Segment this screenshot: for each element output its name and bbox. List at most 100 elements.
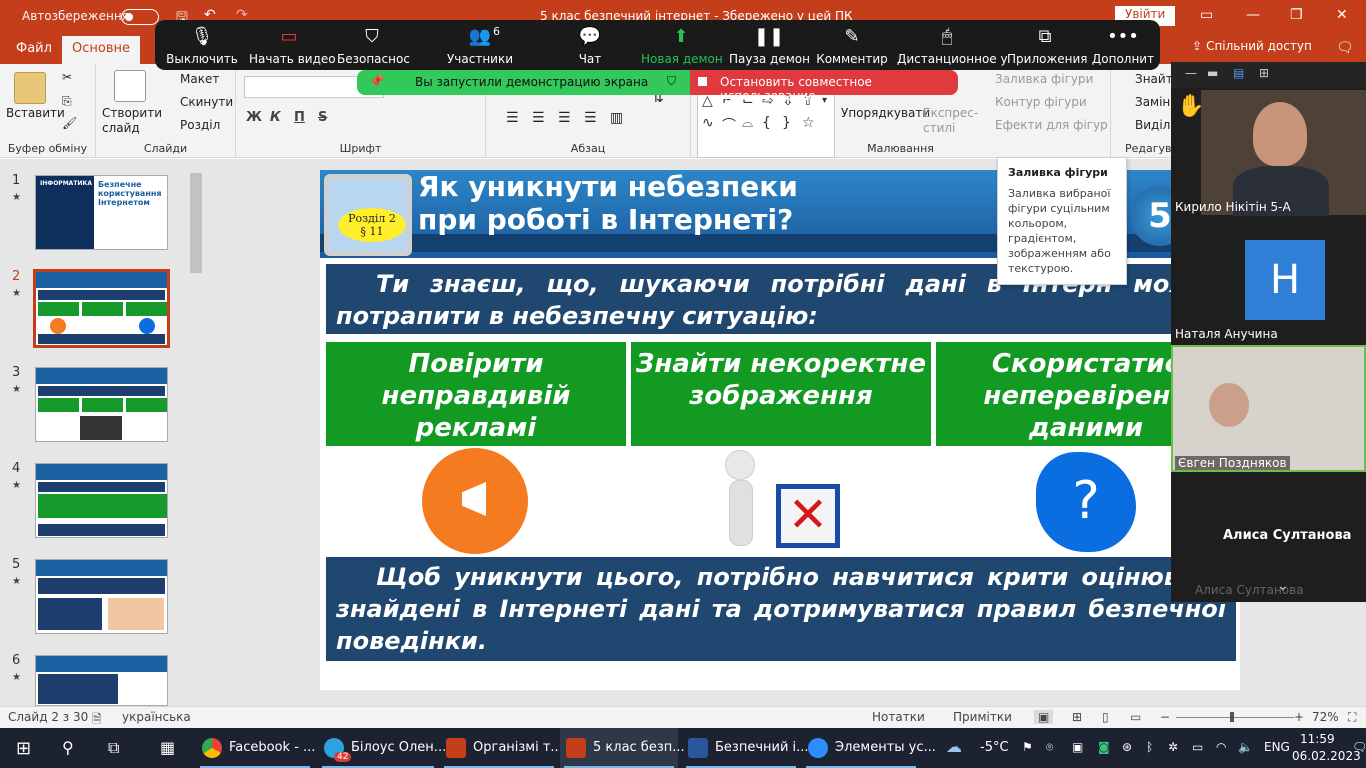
calculator-icon[interactable]: ▦ [160,738,175,757]
start-video-button[interactable]: ▭ Начать видео [249,20,336,70]
bend-shape-icon[interactable]: ⌓ [742,115,753,131]
new-slide-button[interactable]: Створити слайд [102,106,162,136]
thumbnails-scrollbar[interactable] [187,159,205,706]
bold-button[interactable]: Ж [246,110,262,125]
align-center-icon[interactable]: ☰ [532,110,545,126]
autosave-toggle[interactable] [121,9,159,25]
minimize-icon[interactable]: — [1246,7,1260,23]
arc-shape-icon[interactable]: ⌒ [722,115,736,135]
pause-share-button[interactable]: ❚❚ Пауза демон [729,20,810,70]
reset-button[interactable]: Скинути [180,95,233,109]
network-icon[interactable]: ◠ [1216,740,1226,754]
slide-thumbnail-2[interactable] [33,269,170,348]
align-left-icon[interactable]: ☰ [506,110,519,126]
slide-thumbnail-3[interactable] [35,367,168,442]
battery-icon[interactable]: ▭ [1192,740,1203,754]
taskbar-app[interactable]: Безпечний і... [682,728,809,768]
comments-icon[interactable]: 🗨 [1336,40,1354,56]
participant-tile[interactable]: H [1171,220,1366,344]
participant-video[interactable] [1201,90,1366,216]
tray-icon[interactable]: ✲ [1168,740,1178,754]
tab-file[interactable]: Файл [16,41,52,56]
weather-cloud-icon[interactable]: ☁ [946,737,962,756]
reading-view-icon[interactable]: ▯ [1102,710,1109,724]
new-share-button[interactable]: ⬆ Новая демон [641,20,723,70]
underline-button[interactable]: П [294,110,305,125]
fit-slide-icon[interactable]: ⛶ [1348,710,1356,725]
paste-button[interactable]: Вставити [6,106,65,120]
brace-left-shape-icon[interactable]: { [762,115,771,131]
align-right-icon[interactable]: ☰ [558,110,571,126]
format-painter-icon[interactable]: 🖌 [62,116,77,130]
tab-home[interactable]: Основне [62,36,140,64]
restore-icon[interactable]: ❐ [1290,7,1303,23]
clock-date[interactable]: 06.02.2023 [1292,749,1361,763]
stop-share-button[interactable]: Остановить совместное использование [690,70,958,103]
triangle-shape-icon[interactable]: △ [702,93,713,109]
slide-sorter-icon[interactable]: ⊞ [1072,710,1082,724]
star-shape-icon[interactable]: ☆ [802,115,815,131]
shape-outline-button[interactable]: Контур фігури [995,95,1087,109]
brace-right-shape-icon[interactable]: } [782,115,791,131]
curve-shape-icon[interactable]: ∿ [702,115,714,131]
gallery-view-icon[interactable]: ⊞ [1259,66,1269,80]
slideshow-icon[interactable]: ▭ [1130,710,1141,724]
minimize-panel-icon[interactable]: — [1185,66,1197,80]
search-icon[interactable]: ⚲ [62,738,74,757]
participant-video[interactable] [1171,345,1366,472]
windows-start-icon[interactable]: ⊞ [16,738,31,759]
volume-icon[interactable]: 🔈 [1238,740,1253,754]
bluetooth-icon[interactable]: ᛒ [1146,740,1153,754]
language-indicator[interactable]: українська [122,710,191,724]
apps-button[interactable]: ⧉ Приложения [1007,20,1088,70]
tray-icon[interactable]: ⚑ [1022,740,1033,754]
taskbar-app[interactable]: 42 Білоус Олен... [318,728,446,768]
copy-icon[interactable]: ⎘ [62,94,72,109]
shape-effects-button[interactable]: Ефекти для фігур [995,118,1108,132]
new-slide-icon[interactable] [114,70,146,102]
participants-button[interactable]: 👥 6 Участники [445,20,515,70]
mute-button[interactable]: 🎙 Выключить [163,20,241,70]
tray-icon[interactable]: ◙ [1098,740,1110,754]
zoom-slider[interactable] [1176,717,1294,718]
strip-view-icon[interactable]: ▤ [1233,66,1244,80]
share-button[interactable]: ⇪ Спільний доступ [1188,39,1312,61]
tray-icon[interactable]: ⌾ [1046,740,1053,755]
notes-button[interactable]: Нотатки [872,710,925,724]
zoom-slider-thumb[interactable] [1230,712,1234,722]
zoom-level[interactable]: 72% [1312,710,1339,724]
taskbar-app[interactable]: Facebook - ... [196,728,315,768]
slide-thumbnail-4[interactable] [35,463,168,538]
chat-button[interactable]: 💬 Чат [565,20,615,70]
select-button[interactable]: Виділі [1135,118,1174,132]
zoom-in-icon[interactable]: + [1294,710,1304,724]
zoom-out-icon[interactable]: − [1160,710,1170,724]
clock-time[interactable]: 11:59 [1300,732,1335,746]
security-button[interactable]: ⛉ Безопаснос [337,20,410,70]
layout-button[interactable]: Макет [180,72,219,86]
weather-temperature[interactable]: -5°C [980,740,1009,755]
taskbar-app[interactable]: 5 клас безп... [560,728,685,768]
notifications-icon[interactable]: 🗨 [1352,740,1366,754]
more-button[interactable]: ••• Дополнит [1091,20,1155,70]
tray-icon[interactable]: ▣ [1072,740,1083,754]
taskbar-app[interactable]: Элементы ус... [802,728,936,768]
ribbon-display-icon[interactable]: ▭ [1200,7,1213,23]
comments-button[interactable]: Примітки [953,710,1012,724]
italic-button[interactable]: К [270,110,281,125]
cut-icon[interactable]: ✂ [62,70,72,84]
close-icon[interactable]: ✕ [1336,7,1348,23]
quick-styles-button[interactable]: Експрес-стилі [923,106,978,136]
taskbar-app[interactable]: Організмі т... [440,728,563,768]
arrange-button[interactable]: Упорядкувати [841,106,930,120]
normal-view-icon[interactable]: ▣ [1034,710,1054,724]
speaker-view-icon[interactable]: ▬ [1207,66,1218,80]
scrollbar-thumb[interactable] [190,173,202,273]
task-view-icon[interactable]: ⧉ [108,738,119,758]
slide-thumbnail-1[interactable]: ІНФОРМАТИКА Безпечне користування Інтерн… [35,175,168,250]
strike-button[interactable]: S [318,110,327,125]
slide-thumbnail-6[interactable] [35,655,168,706]
tray-icon[interactable]: ⊛ [1122,740,1132,754]
justify-icon[interactable]: ☰ [584,110,597,126]
shape-fill-button[interactable]: Заливка фігури [995,72,1093,86]
